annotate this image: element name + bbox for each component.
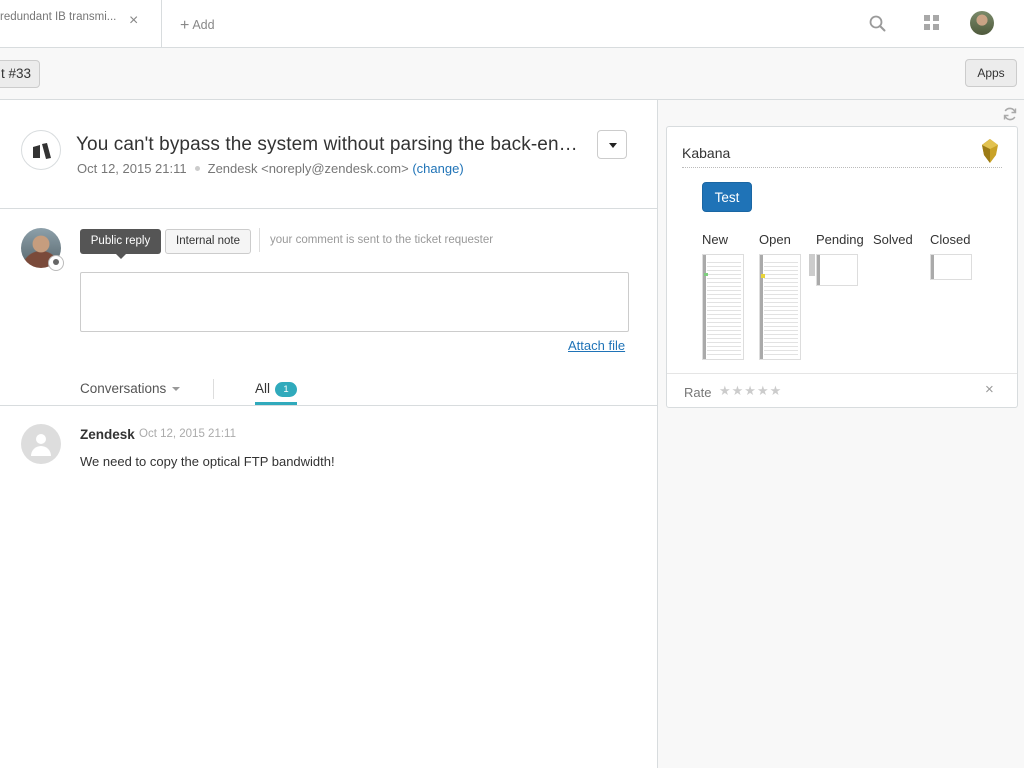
column-label-closed: Closed [930,232,971,247]
zendesk-logo-icon [21,130,61,170]
column-open[interactable] [759,254,801,360]
column-label-open: Open [759,232,791,247]
user-avatar[interactable] [970,11,994,35]
column-pending-stack [809,254,815,276]
kabana-logo-icon [980,138,1000,164]
rating-stars-icon[interactable]: ★★★★★ [719,383,782,399]
apps-sidebar: Kabana Test New Open Pending Solved Clos… [658,100,1024,768]
top-bar: redundant IB transmi... × + Add [0,0,1024,48]
event-avatar [21,424,61,464]
ticket-title: You can't bypass the system without pars… [76,134,586,155]
ticket-meta: Oct 12, 2015 21:11 Zendesk <noreply@zende… [77,161,464,176]
ticket-toolbar: t #33 Apps [0,48,1024,100]
ticket-breadcrumb[interactable]: t #33 [0,60,41,88]
refresh-icon[interactable] [1002,106,1018,122]
event-time: Oct 12, 2015 21:11 [139,428,236,440]
internal-note-button[interactable]: Internal note [165,229,251,254]
ticket-date: Oct 12, 2015 21:11 [77,161,187,176]
public-reply-button[interactable]: Public reply [80,229,161,259]
all-count-badge: 1 [275,382,298,397]
search-icon[interactable] [868,14,888,34]
rate-label: Rate [684,385,712,400]
ticket-tab[interactable]: redundant IB transmi... × [0,0,162,48]
event-author: Zendesk [80,427,135,442]
ticket-options-dropdown[interactable] [597,130,627,159]
apps-grid-icon[interactable] [924,15,940,31]
ticket-requester: Zendesk <noreply@zendesk.com> [207,161,409,176]
tab-conversations[interactable]: Conversations [80,381,181,396]
divider [0,405,657,406]
divider [682,167,1002,168]
column-label-pending: Pending [816,232,864,247]
tab-conversations-label: Conversations [80,381,167,396]
close-tab-icon[interactable]: × [129,12,138,30]
column-pending[interactable] [816,254,858,286]
column-label-new: New [702,232,729,247]
add-tab-button[interactable]: + Add [180,16,215,34]
app-title: Kabana [682,145,731,161]
tab-all-label: All [255,381,271,396]
apps-button[interactable]: Apps [965,59,1017,87]
attach-file-link[interactable]: Attach file [568,338,625,353]
comment-textarea[interactable] [80,272,629,332]
kabana-app-card: Kabana Test New Open Pending Solved Clos… [666,126,1018,408]
reply-hint: your comment is sent to the ticket reque… [270,234,494,246]
ticket-main: You can't bypass the system without pars… [0,100,658,768]
column-closed[interactable] [930,254,972,280]
plus-icon: + [180,17,190,34]
test-button[interactable]: Test [702,182,752,212]
agent-badge-icon [48,255,64,271]
change-requester-link[interactable]: (change) [412,161,463,176]
tab-all[interactable]: All 1 [255,381,298,398]
rate-bar: Rate ★★★★★ × [667,373,1017,407]
column-new[interactable] [702,254,744,360]
divider [0,208,657,209]
divider [213,379,214,399]
divider [259,228,260,252]
chevron-down-icon [172,387,181,391]
separator-dot [194,166,200,171]
column-label-solved: Solved [873,232,913,247]
add-tab-label: Add [192,18,215,32]
close-icon[interactable]: × [985,381,994,398]
event-body: We need to copy the optical FTP bandwidt… [80,454,335,469]
ticket-tab-title[interactable]: redundant IB transmi... [0,11,120,23]
